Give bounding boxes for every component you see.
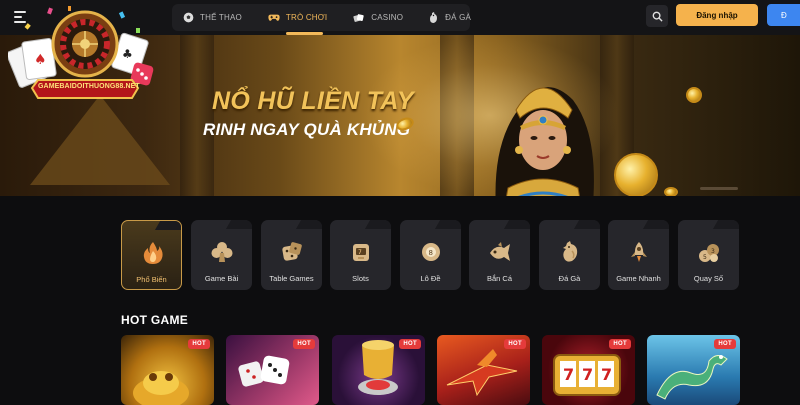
category-slots[interactable]: 7 Slots [330,220,391,290]
nav-label: TRÒ CHƠI [285,13,328,22]
category-da-ga[interactable]: Đá Gà [539,220,600,290]
hot-badge: HOT [188,339,210,349]
soccer-ball-icon [182,12,194,24]
category-label: Game Nhanh [616,274,661,283]
hot-badge: HOT [293,339,315,349]
flame-icon [141,241,165,265]
fish-icon [488,240,512,264]
game-controller-icon [268,12,280,24]
banner-title: NỔ HŨ LIỀN TAY [212,87,414,115]
svg-text:8: 8 [429,249,433,257]
rooster-icon [427,11,439,24]
game-card-golden-toad[interactable]: HOT [121,335,214,405]
category-label: Đá Gà [558,274,581,283]
svg-text:7: 7 [358,249,362,256]
gold-coin-icon [614,153,658,196]
login-button[interactable]: Đăng nhập [676,4,758,26]
svg-text:7: 7 [582,365,593,384]
category-label: Game Bài [204,274,239,283]
game-card-dice[interactable]: HOT [226,335,319,405]
svg-text:♣: ♣ [122,47,133,61]
nav-item-casino[interactable]: CASINO [353,4,403,31]
svg-text:5: 5 [703,254,707,261]
svg-text:7: 7 [563,365,574,384]
category-label: Slots [352,274,369,283]
search-icon [652,11,663,22]
category-label: Table Games [269,274,314,283]
hot-badge: HOT [714,339,736,349]
game-card-sicbo-cup[interactable]: HOT [332,335,425,405]
logo-text: GAMEBAIDOITHUONG88.NET [38,83,140,90]
svg-text:7: 7 [601,365,612,384]
category-quay-so[interactable]: 53 Quay Số [678,220,739,290]
hot-badge: HOT [504,339,526,349]
svg-text:♠: ♠ [34,52,47,68]
nav-label: ĐÁ GÀ [445,13,472,22]
register-button[interactable]: Đ [767,4,800,26]
category-label: Lô Đề [420,274,441,283]
game-card-jet-crash[interactable]: HOT [437,335,530,405]
hot-badge: HOT [399,339,421,349]
club-icon [210,240,234,264]
site-logo[interactable]: ♠ ♣ GAMEBAIDOITHUONG88.NET [6,6,158,104]
hot-game-title: HOT GAME [121,313,189,327]
category-label: Bắn Cá [486,274,513,283]
banner-pillar [180,35,214,196]
game-card-slot-777[interactable]: 777 HOT [542,335,635,405]
category-label: Phổ Biến [136,275,167,284]
category-ban-ca[interactable]: Bắn Cá [469,220,530,290]
nav-label: THỂ THAO [200,13,242,22]
lottery-ball-icon: 8 [419,240,443,264]
hot-badge: HOT [609,339,631,349]
svg-text:3: 3 [711,248,715,255]
category-game-nhanh[interactable]: Game Nhanh [608,220,669,290]
gold-coin-icon [664,187,678,196]
banner-subtitle: RINH NGAY QUÀ KHỦNG [203,120,411,139]
nav-item-da-ga[interactable]: ĐÁ GÀ [427,4,471,31]
rooster-icon [558,240,582,264]
lottery-balls-icon: 53 [697,240,721,264]
nav-label: CASINO [371,13,404,22]
category-bar: Phổ Biến Game Bài Table Games 7 Slots 8 … [121,220,741,290]
search-button[interactable] [646,5,668,27]
main-nav: THỂ THAO TRÒ CHƠI CASINO ĐÁ GÀ [172,4,471,35]
nav-item-tro-choi[interactable]: TRÒ CHƠI [268,4,328,35]
cards-icon [353,12,365,24]
banner-pagination[interactable] [700,187,738,190]
pyramid-illustration [30,95,170,185]
game-card-dragon[interactable]: HOT [647,335,740,405]
rocket-icon [627,240,651,264]
category-label: Quay Số [693,274,724,283]
category-lo-de[interactable]: 8 Lô Đề [400,220,461,290]
nav-item-the-thao[interactable]: THỂ THAO [182,4,242,31]
dice-icon [280,240,304,264]
category-game-bai[interactable]: Game Bài [191,220,252,290]
category-pho-bien[interactable]: Phổ Biến [121,220,182,290]
cleopatra-illustration [495,87,594,196]
category-table-games[interactable]: Table Games [261,220,322,290]
slot-machine-icon: 7 [349,240,373,264]
gold-coin-icon [686,87,702,103]
